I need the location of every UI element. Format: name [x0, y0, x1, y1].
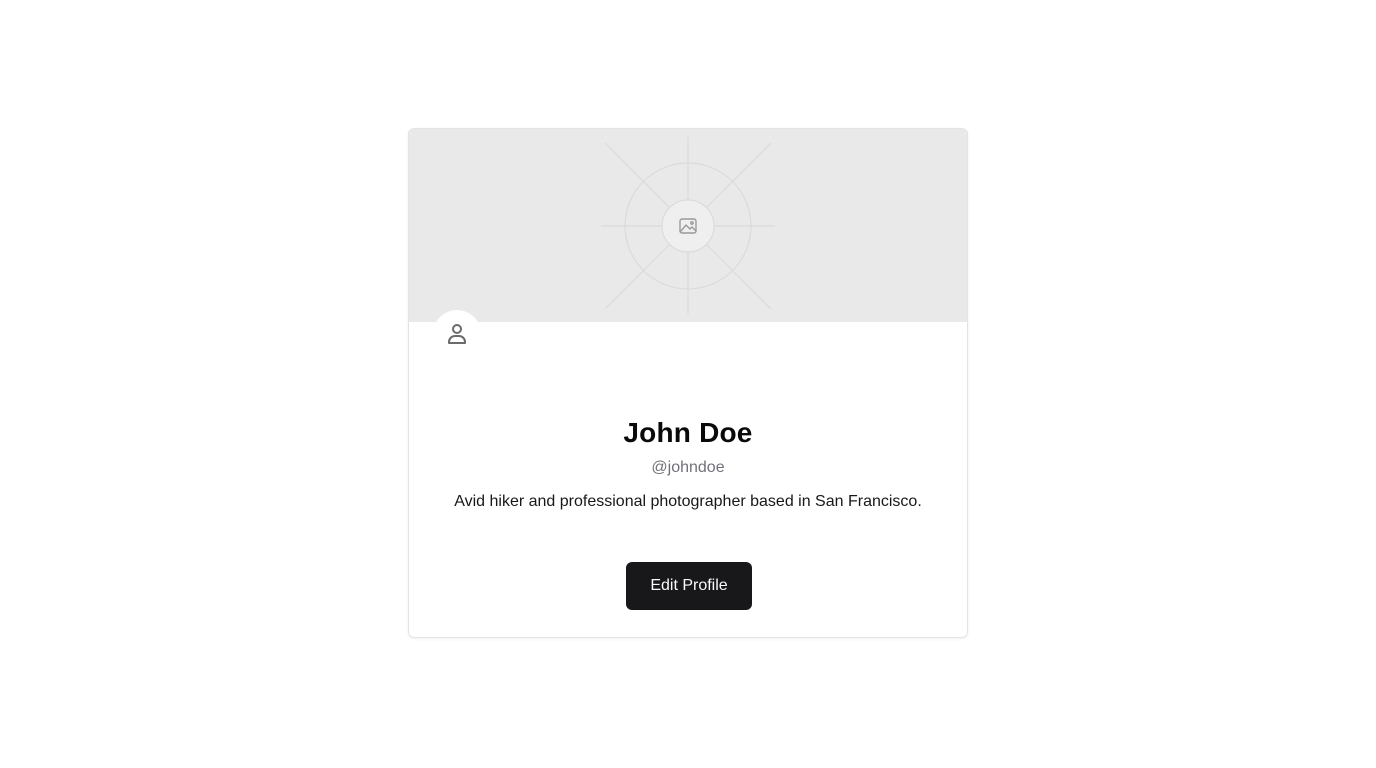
- edit-profile-button[interactable]: Edit Profile: [626, 562, 752, 610]
- cover-image-placeholder: [409, 129, 967, 322]
- avatar[interactable]: [433, 310, 481, 358]
- profile-bio: Avid hiker and professional photographer…: [454, 493, 922, 510]
- image-placeholder-icon: [601, 137, 775, 314]
- profile-handle: @johndoe: [651, 459, 725, 476]
- profile-name: John Doe: [623, 417, 753, 448]
- profile-card: John Doe @johndoe Avid hiker and profess…: [408, 128, 968, 638]
- user-icon: [448, 324, 466, 344]
